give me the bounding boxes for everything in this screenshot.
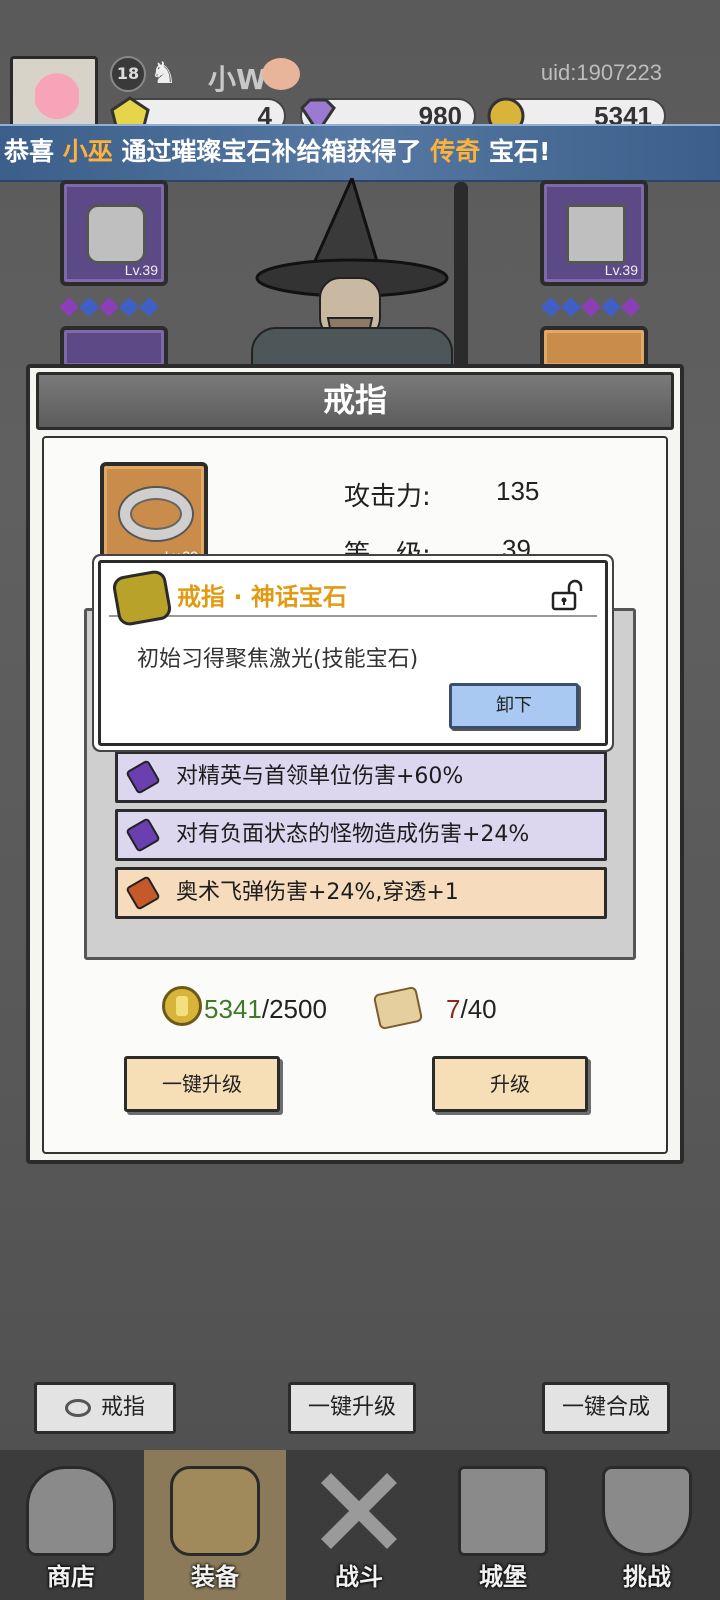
affix-text: 对精英与首领单位伤害+60% (176, 764, 464, 789)
tab-label: 城堡 (479, 1563, 527, 1591)
boots-icon (566, 204, 626, 264)
upgrade-button[interactable]: 升级 (432, 1056, 588, 1112)
bottom-tab-bar: 商店 装备 战斗 城堡 挑战 (0, 1450, 720, 1600)
tab-label: 挑战 (623, 1563, 671, 1591)
tab-shop[interactable]: 商店 (0, 1450, 142, 1600)
broadcast-prefix: 恭喜 (4, 137, 55, 166)
ring-icon (120, 488, 192, 540)
tab-challenge[interactable]: 挑战 (576, 1450, 718, 1600)
tab-label: 商店 (47, 1563, 95, 1591)
crossed-swords-icon (321, 1473, 397, 1549)
mythic-gem-icon (111, 568, 173, 628)
equip-slot-boots[interactable]: Lv.39 (540, 180, 648, 286)
tab-battle[interactable]: 战斗 (288, 1450, 430, 1600)
pig-icon (262, 58, 300, 90)
equip-slot-level: Lv.39 (604, 262, 638, 278)
affix-row[interactable]: 对精英与首领单位伤害+60% (115, 751, 607, 803)
castle-icon (458, 1466, 548, 1556)
gem-socket-dots (541, 297, 641, 318)
scroll-need: /40 (460, 994, 497, 1024)
ring-filter-label: 戒指 (100, 1395, 145, 1420)
ring-filter-button[interactable]: 戒指 (34, 1382, 176, 1434)
popup-header: 戒指 · 神话宝石 (109, 568, 597, 628)
broadcast-banner: 恭喜 小巫 通过璀璨宝石补给箱获得了 传奇 宝石! (0, 124, 720, 182)
tab-equipment[interactable]: 装备 (144, 1450, 286, 1600)
popup-title: 戒指 · 神话宝石 (177, 583, 347, 611)
broadcast-rarity: 传奇 (430, 137, 481, 166)
shield-emblem-icon (602, 1466, 692, 1556)
equip-slot-helmet[interactable]: Lv.39 (60, 180, 168, 286)
purple-gem-icon (125, 817, 161, 853)
affix-text: 奥术飞弹伤害+24%,穿透+1 (176, 880, 459, 905)
broadcast-middle: 通过璀璨宝石补给箱获得了 (121, 137, 422, 166)
stat-attack-value: 135 (496, 476, 540, 506)
scroll-have: 7 (446, 994, 461, 1024)
equipment-dialog: 戒指 Lv.39 攻击力: 135 等 级: 39 对精英与首领单位伤害+60%… (26, 364, 684, 1164)
shop-hut-icon (26, 1466, 116, 1556)
gold-have: 5341 (204, 994, 262, 1024)
affix-row[interactable]: 奥术飞弹伤害+24%,穿透+1 (115, 867, 607, 919)
affix-text: 对有负面状态的怪物造成伤害+24% (176, 822, 530, 847)
tab-castle[interactable]: 城堡 (432, 1450, 574, 1600)
scroll-cost: 7/40 (446, 994, 497, 1025)
affix-row[interactable]: 对有负面状态的怪物造成伤害+24% (115, 809, 607, 861)
player-uid: uid:1907223 (540, 60, 662, 85)
stat-attack-label: 攻击力: (344, 482, 431, 512)
one-click-upgrade-button[interactable]: 一键升级 (124, 1056, 280, 1112)
equip-slot-level: Lv.39 (124, 262, 158, 278)
wizard-character (251, 178, 468, 378)
purple-gem-icon (125, 759, 161, 795)
helmet-icon (86, 204, 146, 264)
backpack-icon (170, 1466, 260, 1556)
tab-label: 装备 (191, 1563, 239, 1591)
unequip-button[interactable]: 卸下 (449, 683, 579, 729)
one-click-upgrade-all-button[interactable]: 一键升级 (288, 1382, 416, 1434)
dialog-title: 戒指 (36, 372, 674, 430)
unlock-icon[interactable] (551, 579, 585, 611)
ring-item-icon[interactable]: Lv.39 (100, 462, 208, 570)
broadcast-suffix: 宝石! (488, 137, 551, 166)
gold-coin-icon (162, 986, 202, 1026)
gem-socket-dots (59, 297, 159, 318)
gold-cost: 5341/2500 (204, 994, 327, 1025)
unicorn-icon: ♞ (150, 56, 177, 91)
dialog-body: Lv.39 攻击力: 135 等 级: 39 对精英与首领单位伤害+60% 对有… (42, 436, 668, 1154)
gem-detail-popup: 戒指 · 神话宝石 初始习得聚焦激光(技能宝石) 卸下 (98, 560, 608, 746)
one-click-merge-button[interactable]: 一键合成 (542, 1382, 670, 1434)
ring-small-icon (64, 1399, 91, 1417)
gold-need: /2500 (261, 994, 327, 1024)
popup-description: 初始习得聚焦激光(技能宝石) (137, 647, 419, 672)
tab-label: 战斗 (335, 1563, 383, 1591)
scroll-icon (372, 985, 424, 1031)
avatar-character (35, 73, 79, 131)
broadcast-player: 小巫 (62, 137, 113, 166)
orange-gem-icon (125, 875, 161, 911)
player-level-badge: 18 (110, 56, 146, 92)
player-name: 小W (208, 63, 267, 96)
